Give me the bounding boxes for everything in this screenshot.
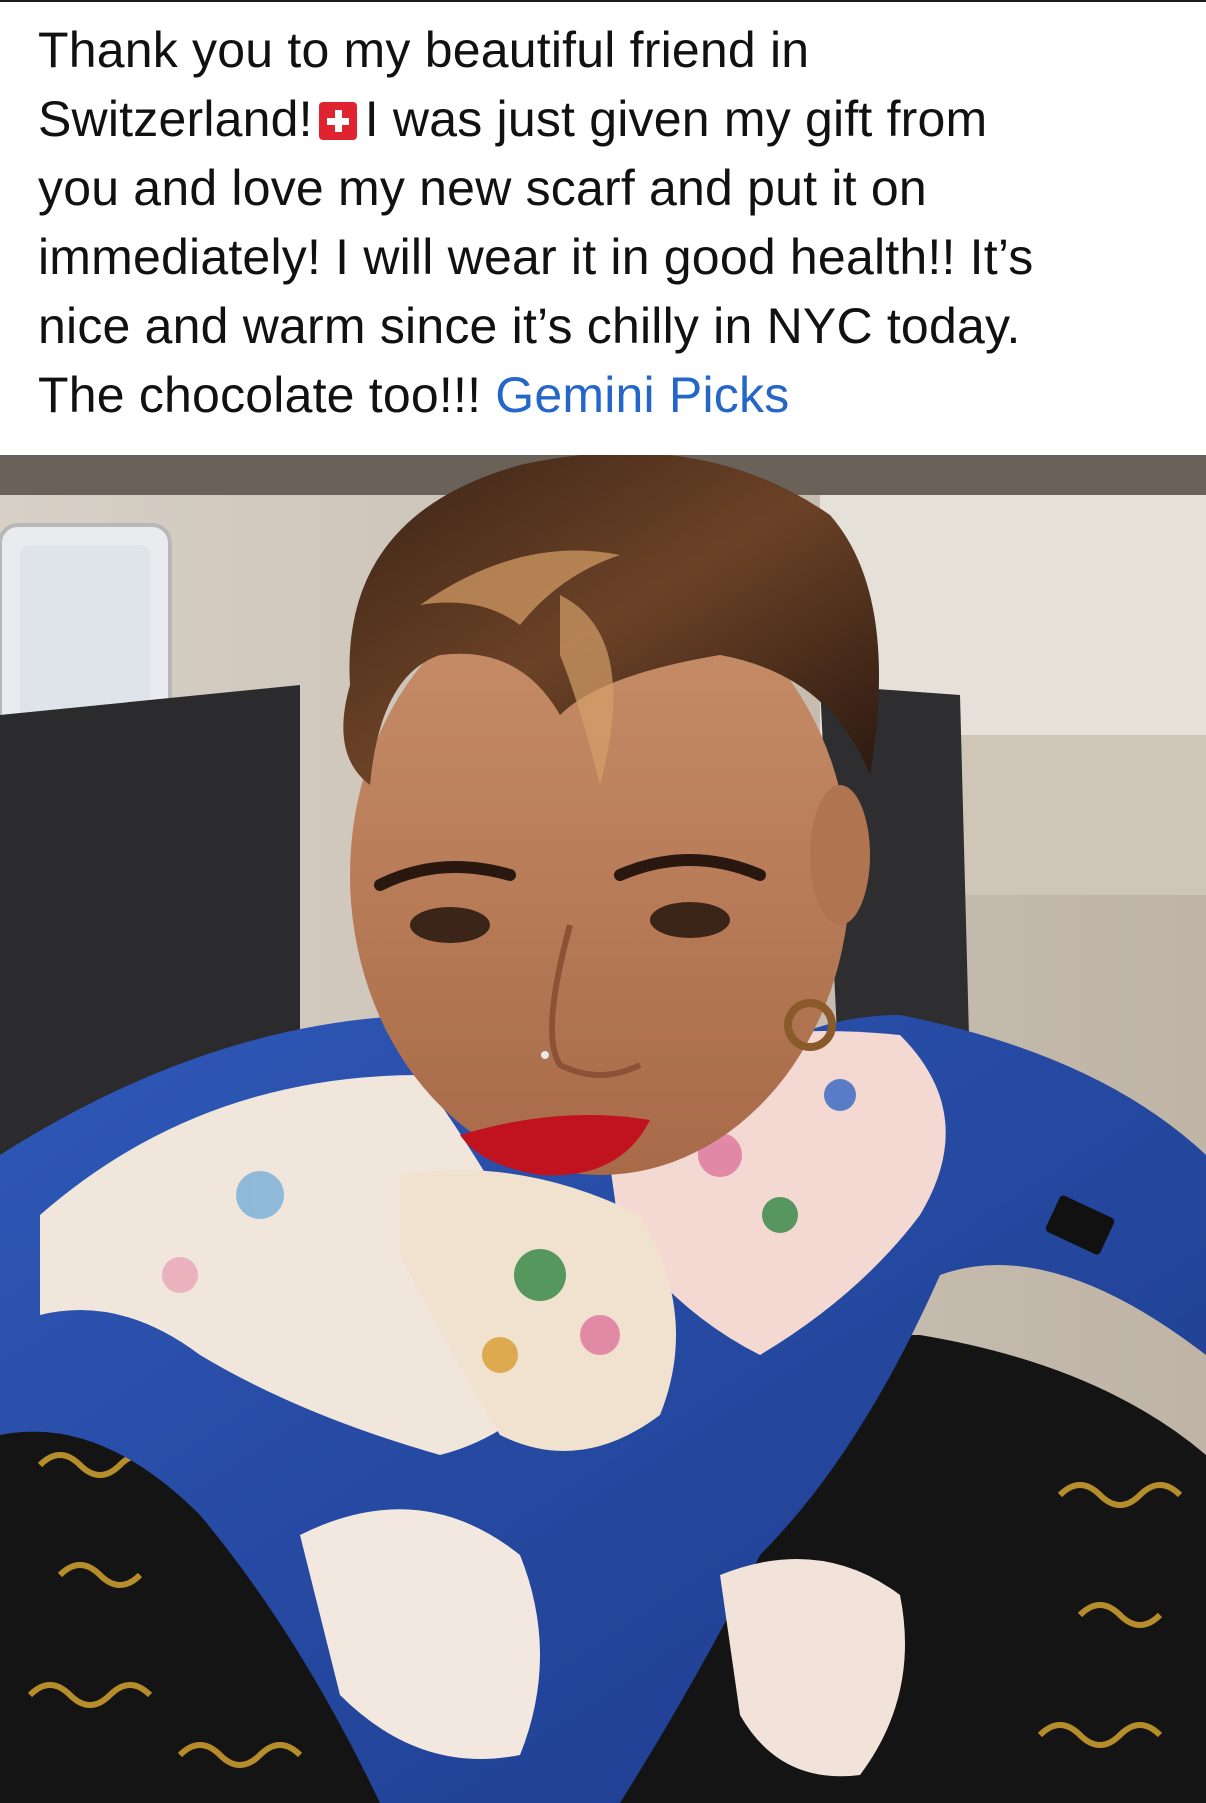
post-photo[interactable] — [0, 455, 1206, 1803]
gemini-picks-link[interactable]: Gemini Picks — [495, 367, 789, 423]
selfie-illustration — [0, 455, 1206, 1803]
post-caption: Thank you to my beautiful friend in Swit… — [38, 16, 1178, 430]
caption-line-1: Thank you to my beautiful friend in — [38, 22, 810, 78]
caption-line-4: immediately! I will wear it in good heal… — [38, 229, 1034, 285]
caption-line-2: Switzerland! I was just given my gift fro… — [38, 91, 988, 147]
caption-line-3: you and love my new scarf and put it on — [38, 160, 927, 216]
switzerland-flag-icon — [318, 102, 357, 140]
top-divider — [0, 0, 1206, 2]
caption-line-5: nice and warm since it’s chilly in NYC t… — [38, 298, 1021, 354]
caption-line-6: The chocolate too!!! Gemini Picks — [38, 367, 790, 423]
